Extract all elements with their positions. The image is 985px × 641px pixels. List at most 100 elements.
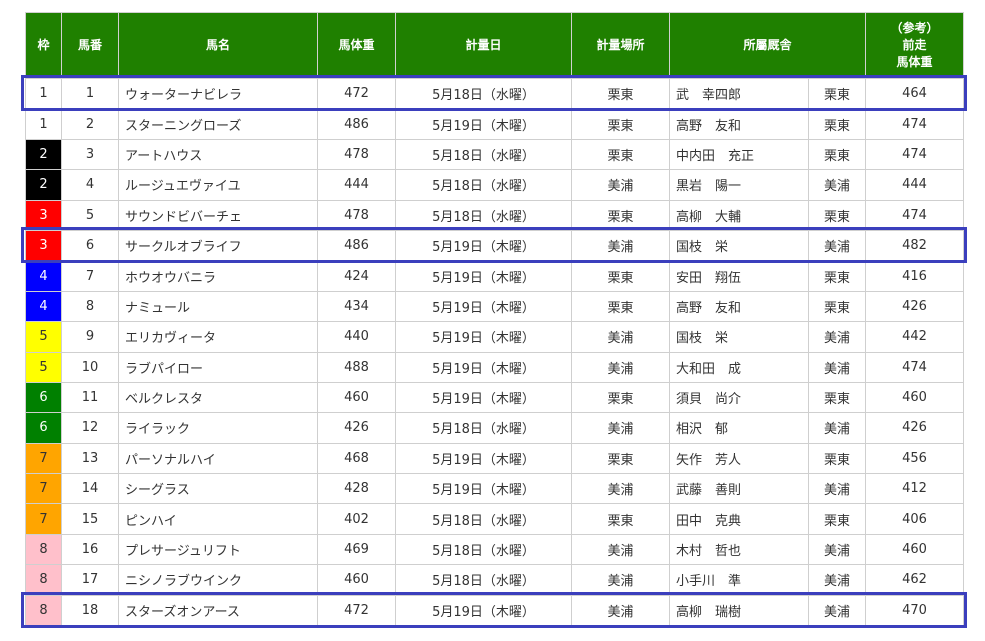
stable-region-cell: 栗東 bbox=[807, 108, 867, 140]
previous-weight-cell: 474 bbox=[865, 138, 965, 171]
weight-cell: 402 bbox=[317, 503, 396, 535]
header-prev-line3: 馬体重 bbox=[896, 55, 933, 69]
weigh-place-cell: 美浦 bbox=[571, 473, 670, 505]
weigh-place-cell: 栗東 bbox=[571, 381, 670, 414]
header-prev-line2: 前走 bbox=[902, 38, 927, 52]
weight-cell: 472 bbox=[317, 594, 396, 627]
weight-cell: 426 bbox=[317, 412, 396, 444]
weight-cell: 469 bbox=[317, 533, 396, 566]
waku-cell: 2 bbox=[25, 138, 62, 171]
table-row: 4 7 ホウオウバニラ 424 5月19日（木曜） 栗東 安田 翔伍 栗東 416 bbox=[25, 260, 965, 292]
weigh-place-cell: 美浦 bbox=[571, 533, 670, 566]
waku-cell: 7 bbox=[25, 442, 62, 475]
header-row: 枠 馬番 馬名 馬体重 計量日 計量場所 所屬厩舎 （参考） 前走 馬体重 bbox=[25, 12, 965, 79]
table-body: 1 1 ウォーターナビレラ 472 5月18日（水曜） 栗東武 幸四郎 栗東 464 1 2 スター… bbox=[25, 77, 965, 627]
umaban-cell: 6 bbox=[61, 229, 119, 262]
previous-weight-cell: 482 bbox=[865, 229, 965, 262]
weight-cell: 478 bbox=[317, 199, 396, 231]
table-row: 3 6 サークルオブライフ 486 5月19日（木曜） 美浦 国枝 栄美浦 482 bbox=[25, 229, 965, 262]
weight-cell: 440 bbox=[317, 321, 396, 353]
weight-cell: 460 bbox=[317, 564, 396, 596]
table-row: 8 16 プレサージュリフト 469 5月18日（水曜） 美浦 木村 哲也 美浦 460 bbox=[25, 533, 965, 566]
horse-name-cell: スターニングローズ bbox=[118, 108, 318, 140]
previous-weight-cell: 412 bbox=[865, 473, 965, 505]
weigh-date-cell: 5月18日（水曜） bbox=[395, 169, 572, 201]
weight-cell: 444 bbox=[317, 169, 396, 201]
horse-name-cell: エリカヴィータ bbox=[118, 321, 318, 353]
weight-cell: 460 bbox=[317, 381, 396, 414]
table-row: 2 4 ルージュエヴァイユ 444 5月18日（水曜） 美浦 黒岩 陽一 美浦 444 bbox=[25, 169, 965, 201]
table-row: 8 17 ニシノラブウインク 460 5月18日（水曜） 美浦 小手川 準美浦 462 bbox=[25, 564, 965, 596]
table-row: 7 14 シーグラス 428 5月19日（木曜） 美浦 武藤 善則 美浦 412 bbox=[25, 473, 965, 505]
weigh-date-cell: 5月19日（木曜） bbox=[395, 381, 572, 414]
header-weight: 馬体重 bbox=[317, 12, 396, 79]
previous-weight-cell: 464 bbox=[865, 77, 965, 110]
weigh-date-cell: 5月18日（水曜） bbox=[395, 412, 572, 444]
weigh-place-cell: 美浦 bbox=[571, 564, 670, 596]
trainer-cell: 須貝 尚介 bbox=[669, 381, 809, 414]
waku-cell: 7 bbox=[25, 503, 62, 535]
stable-region-cell: 栗東 bbox=[807, 381, 867, 414]
waku-cell: 5 bbox=[25, 351, 62, 383]
horse-name-cell: ラブパイロー bbox=[118, 351, 318, 383]
waku-cell: 8 bbox=[25, 533, 62, 566]
weigh-place-cell: 美浦 bbox=[571, 351, 670, 383]
stable-region-cell: 栗東 bbox=[807, 199, 867, 231]
weigh-date-cell: 5月19日（木曜） bbox=[395, 290, 572, 323]
weigh-date-cell: 5月19日（木曜） bbox=[395, 594, 572, 627]
weigh-date-cell: 5月18日（水曜） bbox=[395, 503, 572, 535]
umaban-cell: 16 bbox=[61, 533, 119, 566]
previous-weight-cell: 426 bbox=[865, 412, 965, 444]
waku-cell: 3 bbox=[25, 229, 62, 262]
horse-name-cell: サークルオブライフ bbox=[118, 229, 318, 262]
table-row: 4 8 ナミュール 434 5月19日（木曜） 栗東 高野 友和 栗東 426 bbox=[25, 290, 965, 323]
stable-region-cell: 美浦 bbox=[807, 351, 867, 383]
previous-weight-cell: 406 bbox=[865, 503, 965, 535]
header-previous-weight: （参考） 前走 馬体重 bbox=[865, 12, 965, 79]
stable-region-cell: 栗東 bbox=[807, 503, 867, 535]
weigh-place-cell: 美浦 bbox=[571, 594, 670, 627]
weigh-place-cell: 美浦 bbox=[571, 412, 670, 444]
horse-name-cell: プレサージュリフト bbox=[118, 533, 318, 566]
weigh-place-cell: 栗東 bbox=[571, 260, 670, 292]
weight-cell: 478 bbox=[317, 138, 396, 171]
stable-region-cell: 栗東 bbox=[807, 290, 867, 323]
trainer-cell: 安田 翔伍 bbox=[669, 260, 809, 292]
weigh-place-cell: 栗東 bbox=[571, 77, 670, 110]
stable-region-cell: 栗東 bbox=[807, 138, 867, 171]
previous-weight-cell: 442 bbox=[865, 321, 965, 353]
weigh-date-cell: 5月18日（水曜） bbox=[395, 533, 572, 566]
umaban-cell: 10 bbox=[61, 351, 119, 383]
weigh-date-cell: 5月18日（水曜） bbox=[395, 138, 572, 171]
previous-weight-cell: 470 bbox=[865, 594, 965, 627]
horse-name-cell: ライラック bbox=[118, 412, 318, 444]
waku-cell: 3 bbox=[25, 199, 62, 231]
horse-name-cell: ルージュエヴァイユ bbox=[118, 169, 318, 201]
trainer-cell: 田中 克典 bbox=[669, 503, 809, 535]
table-row: 7 15 ピンハイ 402 5月18日（水曜） 栗東 田中 克典 栗東 406 bbox=[25, 503, 965, 535]
trainer-cell: 高野 友和 bbox=[669, 290, 809, 323]
horse-name-cell: ホウオウバニラ bbox=[118, 260, 318, 292]
header-waku: 枠 bbox=[25, 12, 62, 79]
weight-cell: 428 bbox=[317, 473, 396, 505]
waku-cell: 6 bbox=[25, 412, 62, 444]
weigh-date-cell: 5月19日（木曜） bbox=[395, 108, 572, 140]
table-row: 3 5 サウンドビバーチェ 478 5月18日（水曜） 栗東 高柳 大輔 栗東 474 bbox=[25, 199, 965, 231]
waku-cell: 1 bbox=[25, 108, 62, 140]
trainer-cell: 大和田 成 bbox=[669, 351, 809, 383]
waku-cell: 8 bbox=[25, 564, 62, 596]
weight-cell: 424 bbox=[317, 260, 396, 292]
horse-name-cell: ニシノラブウインク bbox=[118, 564, 318, 596]
horse-name-cell: パーソナルハイ bbox=[118, 442, 318, 475]
stable-region-cell: 美浦 bbox=[807, 169, 867, 201]
trainer-cell: 高柳 大輔 bbox=[669, 199, 809, 231]
weigh-date-cell: 5月19日（木曜） bbox=[395, 229, 572, 262]
weigh-date-cell: 5月19日（木曜） bbox=[395, 473, 572, 505]
table-row: 7 13 パーソナルハイ 468 5月19日（木曜） 栗東 矢作 芳人 栗東 456 bbox=[25, 442, 965, 475]
trainer-cell: 黒岩 陽一 bbox=[669, 169, 809, 201]
weight-cell: 486 bbox=[317, 229, 396, 262]
previous-weight-cell: 474 bbox=[865, 351, 965, 383]
weight-cell: 486 bbox=[317, 108, 396, 140]
previous-weight-cell: 474 bbox=[865, 108, 965, 140]
stable-region-cell: 美浦 bbox=[807, 229, 867, 262]
